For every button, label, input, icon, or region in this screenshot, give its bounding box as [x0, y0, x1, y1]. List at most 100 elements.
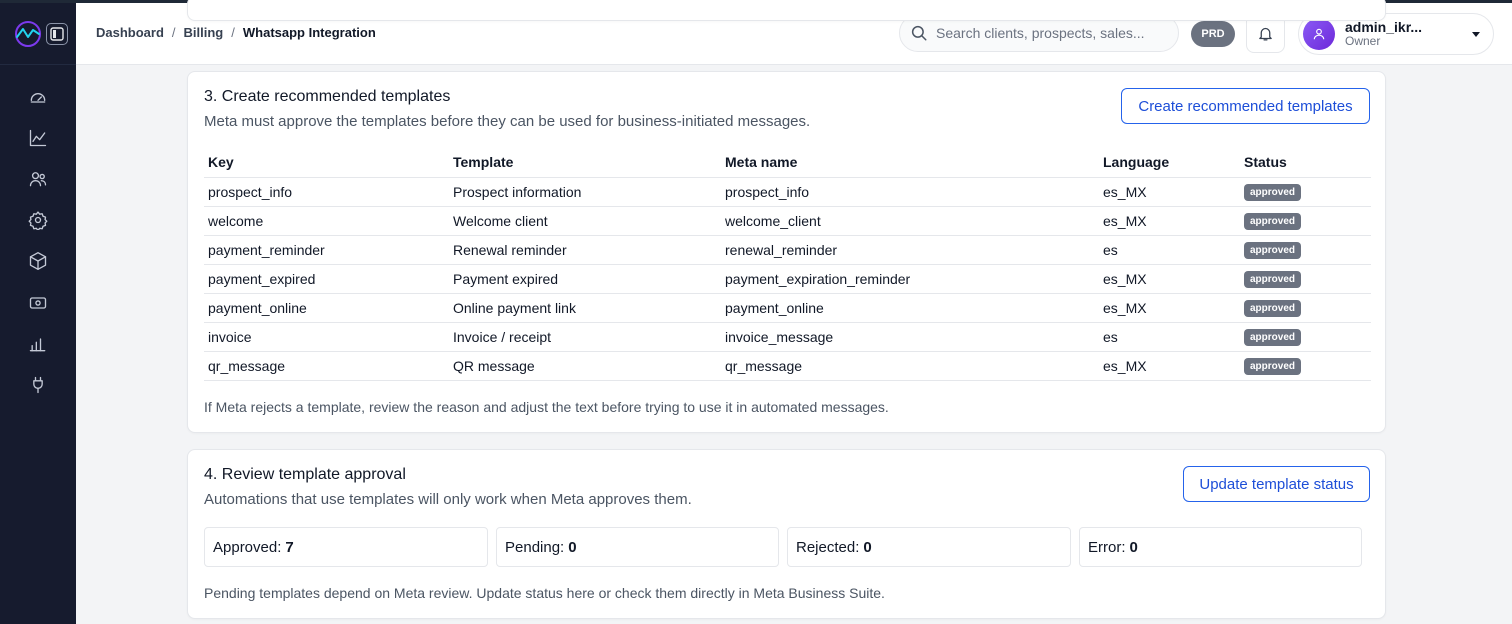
stat-approved: Approved: 7 [204, 527, 488, 567]
cell-key: payment_expired [204, 264, 449, 294]
section-note: If Meta rejects a template, review the r… [204, 399, 889, 415]
chart-line-icon [29, 129, 47, 147]
integration-plug-icon [33, 376, 43, 394]
cell-status: approved [1240, 177, 1371, 207]
user-icon [1313, 28, 1325, 40]
user-info: admin_ikr... Owner [1345, 20, 1463, 49]
cell-meta-name: payment_expiration_reminder [721, 264, 1099, 294]
search-input[interactable] [936, 25, 1166, 41]
sidebar [0, 3, 76, 624]
cell-template: QR message [449, 351, 721, 381]
sidebar-toggle-button[interactable] [46, 22, 68, 45]
avatar [1303, 18, 1335, 50]
cell-status: approved [1240, 351, 1371, 381]
column-header-key: Key [204, 148, 449, 178]
cell-language: es [1099, 322, 1240, 352]
stat-label: Pending: [505, 538, 565, 556]
column-header-template: Template [449, 148, 721, 178]
table-header-row: Key Template Meta name Language Status [204, 148, 1371, 178]
stat-pending: Pending: 0 [496, 527, 779, 567]
sidebar-item-integrations[interactable] [26, 373, 50, 397]
cell-template: Welcome client [449, 206, 721, 236]
status-badge: approved [1244, 329, 1302, 346]
stat-value: 7 [285, 538, 294, 556]
update-template-status-button[interactable]: Update template status [1183, 466, 1370, 502]
create-templates-section: 3. Create recommended templates Meta mus… [187, 71, 1386, 433]
sidebar-item-dashboard[interactable] [26, 85, 50, 109]
stat-label: Rejected: [796, 538, 860, 556]
sidebar-item-billing[interactable] [26, 291, 50, 315]
breadcrumb-current: Whatsapp Integration [242, 25, 376, 40]
cell-meta-name: renewal_reminder [721, 235, 1099, 265]
cell-language: es_MX [1099, 264, 1240, 294]
reports-bar-icon [29, 338, 46, 352]
stat-value: 0 [1129, 538, 1138, 556]
cell-key: prospect_info [204, 177, 449, 207]
breadcrumb-dashboard[interactable]: Dashboard [96, 25, 164, 40]
status-badge: approved [1244, 242, 1302, 259]
review-approval-section: 4. Review template approval Automations … [187, 449, 1386, 619]
app-logo-icon [15, 20, 41, 47]
table-row: payment_reminder Renewal reminder renewa… [204, 235, 1371, 265]
billing-cash-icon [29, 297, 47, 309]
cell-template: Payment expired [449, 264, 721, 294]
environment-badge: PRD [1191, 21, 1235, 47]
status-badge: approved [1244, 184, 1302, 201]
status-badge: approved [1244, 271, 1302, 288]
cell-key: invoice [204, 322, 449, 352]
table-row: payment_expired Payment expired payment_… [204, 264, 1371, 294]
column-header-status: Status [1240, 148, 1371, 178]
cell-template: Online payment link [449, 293, 721, 323]
user-role: Owner [1345, 34, 1381, 49]
stat-rejected: Rejected: 0 [787, 527, 1071, 567]
settings-gear-icon [28, 211, 48, 230]
cell-meta-name: welcome_client [721, 206, 1099, 236]
cell-meta-name: prospect_info [721, 177, 1099, 207]
cell-language: es_MX [1099, 177, 1240, 207]
section-subtitle: Automations that use templates will only… [204, 491, 692, 508]
cell-meta-name: invoice_message [721, 322, 1099, 352]
cell-meta-name: qr_message [721, 351, 1099, 381]
chevron-down-icon [1472, 32, 1480, 37]
cell-status: approved [1240, 322, 1371, 352]
section-note: Pending templates depend on Meta review.… [204, 585, 885, 601]
user-name: admin_ikr... [1345, 19, 1423, 35]
status-badge: approved [1244, 300, 1302, 317]
cell-language: es_MX [1099, 293, 1240, 323]
table-row: payment_online Online payment link payme… [204, 293, 1371, 323]
breadcrumb-billing[interactable]: Billing [184, 25, 224, 40]
sidebar-item-analytics[interactable] [26, 126, 50, 150]
table-row: welcome Welcome client welcome_client es… [204, 206, 1371, 236]
sidebar-item-settings[interactable] [26, 208, 50, 232]
breadcrumb-separator: / [231, 25, 235, 40]
cell-meta-name: payment_online [721, 293, 1099, 323]
cell-status: approved [1240, 206, 1371, 236]
section-subtitle: Meta must approve the templates before t… [204, 113, 811, 130]
table-row: qr_message QR message qr_message es_MX a… [204, 351, 1371, 381]
breadcrumb-separator: / [171, 25, 176, 40]
create-recommended-templates-button[interactable]: Create recommended templates [1121, 88, 1370, 124]
stat-value: 0 [568, 538, 577, 556]
sidebar-brand [0, 3, 76, 65]
cell-template: Prospect information [449, 177, 721, 207]
package-box-icon [29, 252, 47, 270]
cell-status: approved [1240, 235, 1371, 265]
previous-section-card [187, 0, 1386, 21]
table-row: invoice Invoice / receipt invoice_messag… [204, 322, 1371, 352]
stat-label: Approved: [213, 538, 282, 556]
section-title: 3. Create recommended templates [204, 88, 451, 105]
section-title: 4. Review template approval [204, 466, 406, 483]
cell-key: qr_message [204, 351, 449, 381]
sidebar-item-clients[interactable] [26, 167, 50, 191]
stat-error: Error: 0 [1079, 527, 1362, 567]
dashboard-gauge-icon [30, 93, 46, 103]
cell-status: approved [1240, 264, 1371, 294]
breadcrumb: Dashboard / Billing / Whatsapp Integrati… [96, 25, 376, 40]
cell-key: welcome [204, 206, 449, 236]
cell-template: Renewal reminder [449, 235, 721, 265]
cell-key: payment_reminder [204, 235, 449, 265]
stat-label: Error: [1088, 538, 1126, 556]
sidebar-item-reports[interactable] [26, 332, 50, 356]
table-row: prospect_info Prospect information prosp… [204, 177, 1371, 207]
sidebar-item-products[interactable] [26, 249, 50, 273]
